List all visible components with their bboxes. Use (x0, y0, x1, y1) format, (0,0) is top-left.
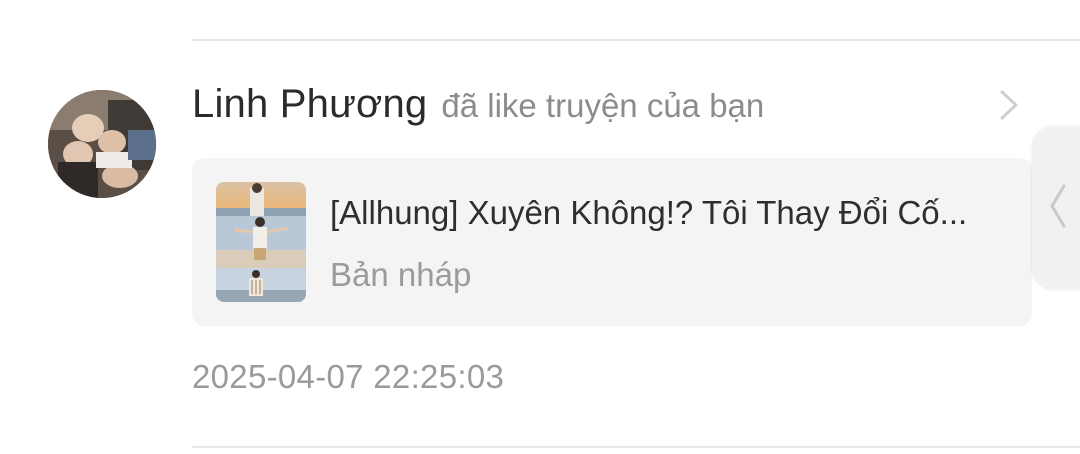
divider-top (192, 39, 1080, 41)
divider-bottom (192, 446, 1080, 448)
user-name[interactable]: Linh Phương (192, 82, 427, 127)
story-status: Bản nháp (330, 256, 472, 293)
story-title[interactable]: [Allhung] Xuyên Không!? Tôi Thay Đổi Cố.… (330, 194, 1010, 232)
action-text: đã like truyện của bạn (441, 87, 765, 124)
notification-timestamp: 2025-04-07 22:25:03 (192, 358, 505, 395)
avatar-photo (48, 90, 156, 198)
story-card[interactable]: [Allhung] Xuyên Không!? Tôi Thay Đổi Cố.… (192, 158, 1032, 326)
chevron-left-icon (1050, 184, 1066, 228)
notification-page: Linh Phương đã like truyện của bạn [Allh… (0, 0, 1080, 454)
chevron-right-icon[interactable] (994, 88, 1024, 122)
notification-header: Linh Phương đã like truyện của bạn (192, 82, 764, 134)
avatar[interactable] (48, 90, 156, 198)
story-cover-image (216, 182, 306, 302)
side-panel-handle[interactable] (1032, 126, 1080, 290)
